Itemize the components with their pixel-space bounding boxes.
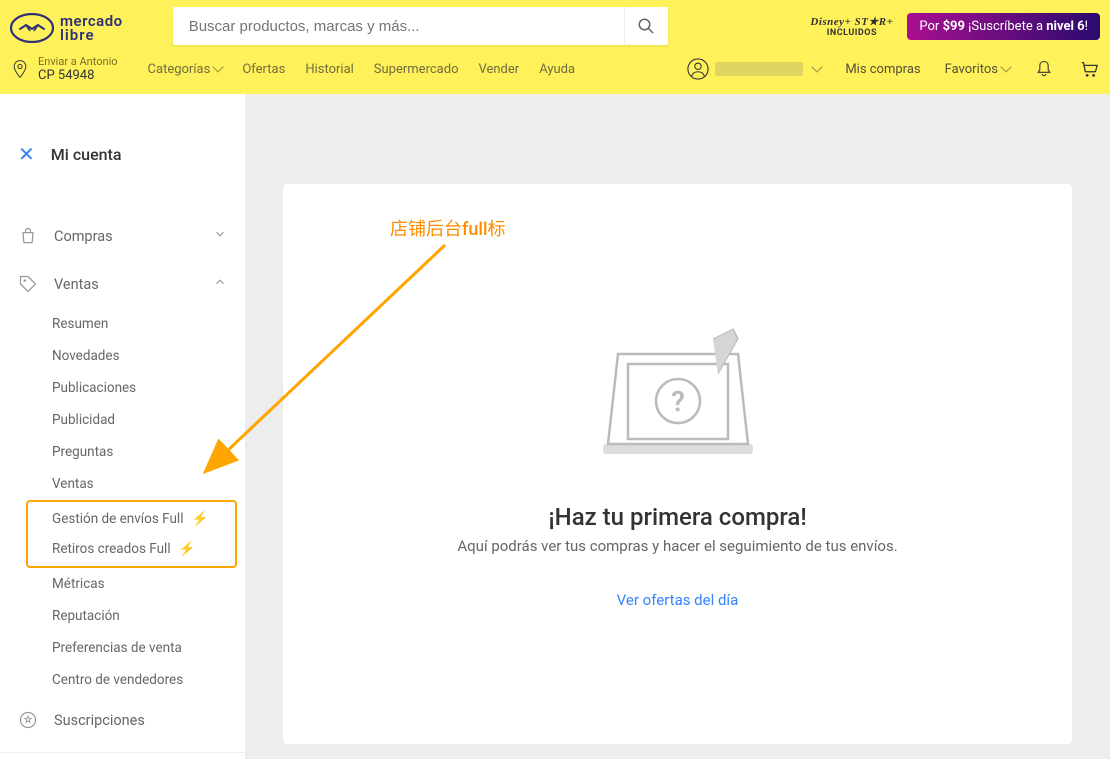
search-input[interactable] xyxy=(173,18,624,35)
nav-right: Mis compras Favoritos xyxy=(687,58,1100,80)
disney-star-promo[interactable]: Disney+ ST★R+ INCLUIDOS xyxy=(810,15,893,38)
logo[interactable]: mercado libre xyxy=(10,13,123,43)
header-top-row: mercado libre Disney+ ST★R+ INCLUIDOS Po… xyxy=(0,0,1110,46)
lightning-icon: ⚡ xyxy=(191,511,208,527)
sub-retiros-full[interactable]: Retiros creados Full ⚡ xyxy=(52,534,235,564)
location-pin-icon xyxy=(10,57,30,81)
nav-historial[interactable]: Historial xyxy=(305,62,353,77)
svg-text:?: ? xyxy=(671,385,685,418)
bag-icon xyxy=(18,226,38,246)
chevron-down-icon xyxy=(213,227,227,245)
chevron-down-icon xyxy=(1000,61,1011,72)
sidebar-mi-cuenta[interactable]: ✕ Mi cuenta xyxy=(0,124,245,184)
content: ✕ Mi cuenta Compras Ventas Resu xyxy=(0,94,1110,759)
main-area: ? ¡Haz tu primera compra! Aquí podrás ve… xyxy=(245,94,1110,759)
nav-categorias[interactable]: Categorías xyxy=(148,62,223,77)
divider xyxy=(0,752,245,753)
star-badge-icon xyxy=(18,710,38,730)
empty-state-title: ¡Haz tu primera compra! xyxy=(548,503,806,531)
search-box xyxy=(173,7,668,45)
logo-text: mercado libre xyxy=(60,14,123,42)
chevron-up-icon xyxy=(213,275,227,293)
close-icon[interactable]: ✕ xyxy=(18,142,35,166)
header-bottom-row: Enviar a Antonio CP 54948 Categorías Ofe… xyxy=(0,46,1110,92)
sub-resumen[interactable]: Resumen xyxy=(52,308,227,340)
nav-mis-compras[interactable]: Mis compras xyxy=(845,62,920,77)
nav-vender[interactable]: Vender xyxy=(478,62,519,77)
user-name-redacted xyxy=(715,62,803,76)
tag-icon xyxy=(18,274,38,294)
header-promo: Disney+ ST★R+ INCLUIDOS Por $99 ¡Suscríb… xyxy=(810,13,1100,40)
user-icon xyxy=(687,58,709,80)
header: mercado libre Disney+ ST★R+ INCLUIDOS Po… xyxy=(0,0,1110,94)
sub-ventas[interactable]: Ventas xyxy=(52,468,227,500)
nav-supermercado[interactable]: Supermercado xyxy=(374,62,459,77)
sub-gestion-envios-full[interactable]: Gestión de envíos Full ⚡ xyxy=(52,504,235,534)
subscribe-button[interactable]: Por $99 ¡Suscríbete a nivel 6! xyxy=(907,13,1100,40)
search-button[interactable] xyxy=(624,7,668,45)
nav-ayuda[interactable]: Ayuda xyxy=(539,62,575,77)
cart-icon[interactable] xyxy=(1078,58,1100,80)
empty-state-subtitle: Aquí podrás ver tus compras y hacer el s… xyxy=(457,537,897,555)
lightning-icon: ⚡ xyxy=(179,541,196,557)
empty-state-illustration: ? xyxy=(583,319,773,483)
main-card: ? ¡Haz tu primera compra! Aquí podrás ve… xyxy=(283,184,1072,744)
search-icon xyxy=(637,17,655,35)
nav-favoritos[interactable]: Favoritos xyxy=(945,62,1010,77)
sub-preferencias[interactable]: Preferencias de venta xyxy=(52,632,227,664)
user-menu[interactable] xyxy=(687,58,821,80)
full-highlight-box: Gestión de envíos Full ⚡ Retiros creados… xyxy=(26,500,237,568)
ver-ofertas-link[interactable]: Ver ofertas del día xyxy=(617,591,739,609)
sub-publicaciones[interactable]: Publicaciones xyxy=(52,372,227,404)
ventas-submenu-2: Métricas Reputación Preferencias de vent… xyxy=(0,568,245,696)
bell-icon[interactable] xyxy=(1034,59,1054,79)
ventas-submenu: Resumen Novedades Publicaciones Publicid… xyxy=(0,308,245,500)
sidebar: ✕ Mi cuenta Compras Ventas Resu xyxy=(0,94,245,759)
sub-metricas[interactable]: Métricas xyxy=(52,568,227,600)
shipping-location[interactable]: Enviar a Antonio CP 54948 xyxy=(10,55,118,83)
location-line1: Enviar a Antonio xyxy=(38,55,118,69)
sub-preguntas[interactable]: Preguntas xyxy=(52,436,227,468)
chevron-down-icon xyxy=(812,61,823,72)
sub-reputacion[interactable]: Reputación xyxy=(52,600,227,632)
sidebar-suscripciones[interactable]: Suscripciones xyxy=(0,696,245,744)
nav-links: Categorías Ofertas Historial Supermercad… xyxy=(148,62,576,77)
logo-handshake-icon xyxy=(10,13,54,43)
sidebar-compras[interactable]: Compras xyxy=(0,212,245,260)
chevron-down-icon xyxy=(213,61,224,72)
nav-ofertas[interactable]: Ofertas xyxy=(242,62,285,77)
location-line2: CP 54948 xyxy=(38,69,118,83)
sub-novedades[interactable]: Novedades xyxy=(52,340,227,372)
sidebar-ventas[interactable]: Ventas xyxy=(0,260,245,308)
sub-centro-vendedores[interactable]: Centro de vendedores xyxy=(52,664,227,696)
sub-publicidad[interactable]: Publicidad xyxy=(52,404,227,436)
